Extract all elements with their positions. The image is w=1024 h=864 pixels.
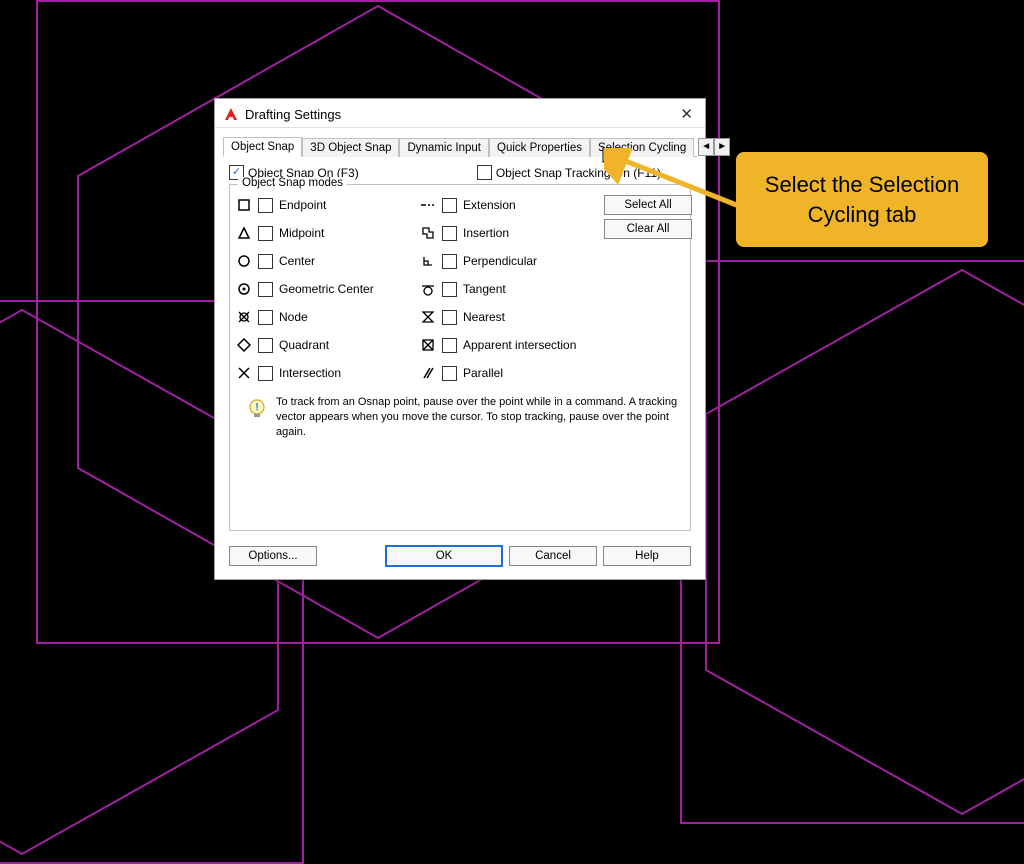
instruction-callout: Select the Selection Cycling tab <box>736 152 988 247</box>
quadrant-checkbox[interactable]: Quadrant <box>236 335 414 355</box>
center-checkbox[interactable]: Center <box>236 251 414 271</box>
close-button[interactable]: ✕ <box>676 105 697 123</box>
tangent-icon <box>420 281 436 297</box>
tab-3d-object-snap[interactable]: 3D Object Snap <box>302 138 399 157</box>
parallel-icon <box>420 365 436 381</box>
checkbox-icon <box>258 282 273 297</box>
tab-scroll-left[interactable]: ◄ <box>698 138 714 156</box>
insertion-icon <box>420 225 436 241</box>
geometric-center-checkbox[interactable]: Geometric Center <box>236 279 414 299</box>
node-checkbox[interactable]: Node <box>236 307 414 327</box>
clear-all-button[interactable]: Clear All <box>604 219 692 239</box>
midpoint-icon <box>236 225 252 241</box>
snap-label: Tangent <box>463 282 506 296</box>
autocad-icon <box>223 106 239 122</box>
snap-label: Intersection <box>279 366 341 380</box>
checkbox-icon <box>477 165 492 180</box>
checkbox-icon <box>258 366 273 381</box>
tip-text: To track from an Osnap point, pause over… <box>276 395 680 440</box>
tracking-tip: ! To track from an Osnap point, pause ov… <box>236 393 684 442</box>
apparent-intersection-icon <box>420 337 436 353</box>
checkbox-icon <box>442 338 457 353</box>
snap-label: Extension <box>463 198 516 212</box>
extension-checkbox[interactable]: Extension <box>420 195 598 215</box>
endpoint-checkbox[interactable]: Endpoint <box>236 195 414 215</box>
checkbox-icon <box>258 338 273 353</box>
checkbox-icon <box>442 226 457 241</box>
help-button[interactable]: Help <box>603 546 691 566</box>
snap-label: Node <box>279 310 308 324</box>
osnap-modes-legend: Object Snap modes <box>238 177 347 189</box>
checkbox-icon <box>442 254 457 269</box>
titlebar: Drafting Settings ✕ <box>215 99 705 128</box>
snap-label: Center <box>279 254 315 268</box>
snap-label: Midpoint <box>279 226 324 240</box>
checkbox-icon <box>258 226 273 241</box>
tab-scroll-buttons: ◄ ► <box>698 138 730 156</box>
tab-quick-properties[interactable]: Quick Properties <box>489 138 590 157</box>
checkbox-icon <box>258 310 273 325</box>
button-row: Options... OK Cancel Help <box>215 535 705 579</box>
dialog-body: Object Snap On (F3) Object Snap Tracking… <box>215 157 705 535</box>
endpoint-icon <box>236 197 252 213</box>
tab-object-snap[interactable]: Object Snap <box>223 137 302 157</box>
tab-selection-cycling[interactable]: Selection Cycling <box>590 138 694 157</box>
insertion-checkbox[interactable]: Insertion <box>420 223 598 243</box>
tab-bar: Object Snap 3D Object Snap Dynamic Input… <box>223 136 697 157</box>
node-icon <box>236 309 252 325</box>
dialog-title: Drafting Settings <box>245 107 676 122</box>
intersection-checkbox[interactable]: Intersection <box>236 363 414 383</box>
intersection-icon <box>236 365 252 381</box>
drafting-settings-dialog: Drafting Settings ✕ Object Snap 3D Objec… <box>214 98 706 580</box>
tangent-checkbox[interactable]: Tangent <box>420 279 598 299</box>
cancel-button[interactable]: Cancel <box>509 546 597 566</box>
checkbox-icon <box>442 310 457 325</box>
nearest-icon <box>420 309 436 325</box>
snap-label: Insertion <box>463 226 509 240</box>
snap-label: Apparent intersection <box>463 338 576 352</box>
nearest-checkbox[interactable]: Nearest <box>420 307 598 327</box>
checkbox-icon <box>442 198 457 213</box>
tab-dynamic-input[interactable]: Dynamic Input <box>399 138 489 157</box>
center-icon <box>236 253 252 269</box>
options-button[interactable]: Options... <box>229 546 317 566</box>
ok-button[interactable]: OK <box>385 545 503 567</box>
perpendicular-checkbox[interactable]: Perpendicular <box>420 251 598 271</box>
snap-label: Quadrant <box>279 338 329 352</box>
midpoint-checkbox[interactable]: Midpoint <box>236 223 414 243</box>
perpendicular-icon <box>420 253 436 269</box>
tab-scroll-right[interactable]: ► <box>714 138 730 156</box>
osnap-modes-group: Object Snap modes Endpoint Midpoint <box>229 184 691 531</box>
select-all-button[interactable]: Select All <box>604 195 692 215</box>
svg-text:!: ! <box>255 402 258 413</box>
object-snap-tracking-on-label: Object Snap Tracking On (F11) <box>496 166 661 180</box>
snap-label: Endpoint <box>279 198 326 212</box>
checkbox-icon <box>258 254 273 269</box>
snap-label: Geometric Center <box>279 282 374 296</box>
snap-label: Parallel <box>463 366 503 380</box>
checkbox-icon <box>258 198 273 213</box>
object-snap-tracking-on-checkbox[interactable]: Object Snap Tracking On (F11) <box>477 165 661 180</box>
geometric-center-icon <box>236 281 252 297</box>
snap-label: Nearest <box>463 310 505 324</box>
apparent-intersection-checkbox[interactable]: Apparent intersection <box>420 335 598 355</box>
extension-icon <box>420 197 436 213</box>
lightbulb-icon: ! <box>246 397 268 425</box>
parallel-checkbox[interactable]: Parallel <box>420 363 598 383</box>
checkbox-icon <box>442 282 457 297</box>
checkbox-icon <box>442 366 457 381</box>
snap-label: Perpendicular <box>463 254 537 268</box>
callout-text: Select the Selection Cycling tab <box>765 172 959 227</box>
quadrant-icon <box>236 337 252 353</box>
